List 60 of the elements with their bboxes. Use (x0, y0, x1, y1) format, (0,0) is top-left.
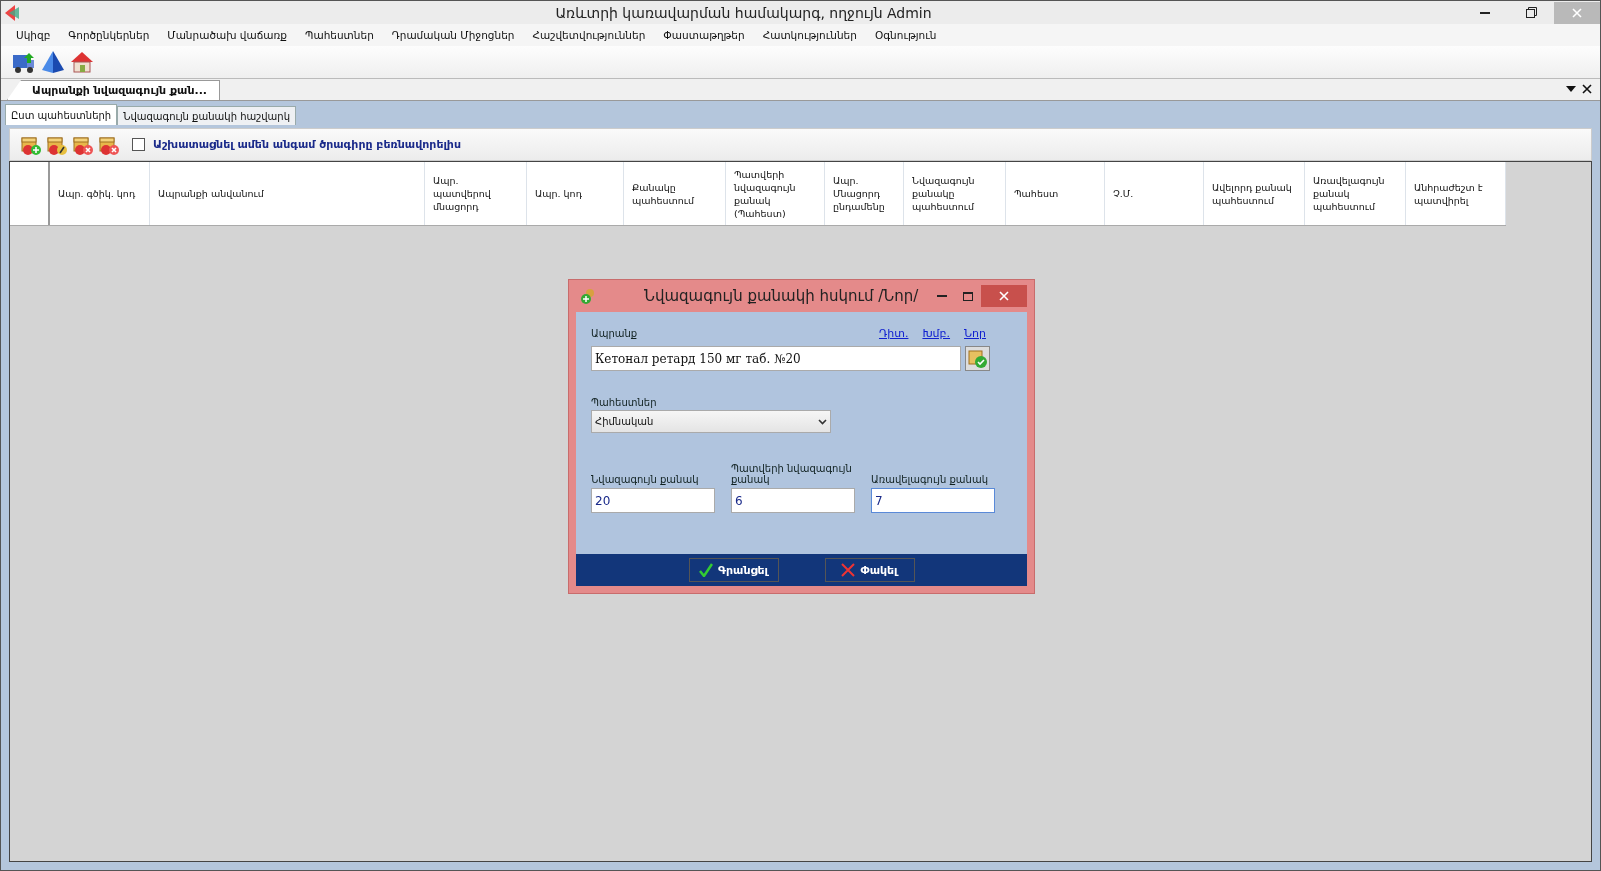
column-header[interactable]: Ապր. գծիկ. կոդ (50, 162, 150, 225)
column-header[interactable]: Անհրաժեշտ է պատվիրել (1406, 162, 1506, 225)
number-field[interactable]: 6 (731, 488, 855, 513)
minimize-icon (1480, 11, 1490, 14)
menu-item[interactable]: Գործընկերներ (59, 29, 159, 41)
house-icon[interactable] (69, 49, 95, 75)
product-field[interactable]: Кетонал ретард 150 мг таб. №20 (591, 346, 961, 371)
close-icon (999, 291, 1009, 301)
warehouse-dropdown[interactable]: Հիմնական (591, 410, 831, 433)
tab[interactable]: Ըստ պահեստների (5, 104, 118, 125)
column-header[interactable]: Պահեստ (1006, 162, 1105, 225)
number-field[interactable]: 7 (871, 488, 995, 513)
column-header[interactable]: Նվազագույն քանակը պահեստում (904, 162, 1006, 225)
chevron-down-icon (818, 418, 827, 425)
checkbox-label: Աշխատացնել ամեն անգամ ծրագիրը բեռնավորելիս (153, 138, 461, 151)
menu-item[interactable]: Հատկություններ (753, 29, 866, 41)
warehouse-label: Պահեստներ (591, 397, 658, 408)
close-icon (841, 563, 856, 577)
menu-item[interactable]: Օգնություն (865, 29, 946, 41)
app-logo-icon (5, 4, 21, 21)
column-header[interactable]: Չ.Մ. (1105, 162, 1204, 225)
menu-item[interactable]: Մանրածախ վաճառք (158, 29, 296, 41)
restore-icon (1525, 7, 1537, 18)
save-button[interactable]: Գրանցել (688, 558, 779, 582)
menu-item[interactable]: Փաստաթղթեր (654, 29, 754, 41)
menu-item[interactable]: Հաշվետվություններ (523, 29, 655, 41)
menu-item[interactable]: Դրամական Միջոցներ (382, 29, 524, 41)
column-header[interactable]: Ապր. կոդ (527, 162, 624, 225)
close-icon (1572, 7, 1582, 18)
close-icon[interactable] (1582, 84, 1592, 94)
dialog-title: Նվազագույն քանակի հսկում /Նոր/ (643, 287, 920, 305)
minimize-icon (937, 295, 947, 297)
close-dialog-button[interactable]: Փակել (824, 558, 915, 582)
dropdown-arrow-icon[interactable] (1566, 86, 1576, 92)
field-label: Առավելագույն քանակ (871, 474, 990, 485)
column-header[interactable]: Ապր. պատվերով մնացորդ (425, 162, 527, 225)
box-check-icon[interactable] (965, 346, 990, 371)
window-title: Առևտրի կառավարման համակարգ, ողջույն Admin (554, 4, 933, 21)
person-add-icon (580, 288, 596, 304)
column-header[interactable]: Քանակը պահեստում (624, 162, 726, 225)
link[interactable]: Նոր (964, 327, 986, 340)
column-header[interactable]: Պատվերի նվազագույն քանակ (Պահեստ) (726, 162, 825, 225)
column-header[interactable]: Ավելորդ քանակ պահեստում (1204, 162, 1305, 225)
menu-item[interactable]: Սկիզբ (7, 29, 60, 41)
pyramid-icon[interactable] (40, 49, 66, 75)
maximize-icon (963, 291, 973, 301)
column-header[interactable]: Ապր. Մնացորդ ընդամենը (825, 162, 904, 225)
link[interactable]: Դիտ. (878, 327, 909, 340)
number-field[interactable]: 20 (591, 488, 715, 513)
field-label: Պատվերի նվազագույն քանակ (731, 463, 853, 485)
checkbox[interactable] (132, 138, 145, 151)
link[interactable]: Խմբ. (922, 327, 951, 340)
column-header[interactable]: Ապրանքի անվանում (150, 162, 425, 225)
field-label: Նվազագույն քանակ (591, 474, 700, 485)
document-tab[interactable]: Ապրանքի նվազագույն քան... (7, 80, 221, 100)
checkmark-icon (699, 563, 713, 577)
menu-item[interactable]: Պահեստներ (296, 29, 383, 41)
product-label: Ապրանք (591, 328, 638, 339)
tab[interactable]: Նվազագույն քանակի հաշվարկ (117, 106, 296, 125)
column-header[interactable]: Առավելագույն քանակ պահեստում (1305, 162, 1406, 225)
